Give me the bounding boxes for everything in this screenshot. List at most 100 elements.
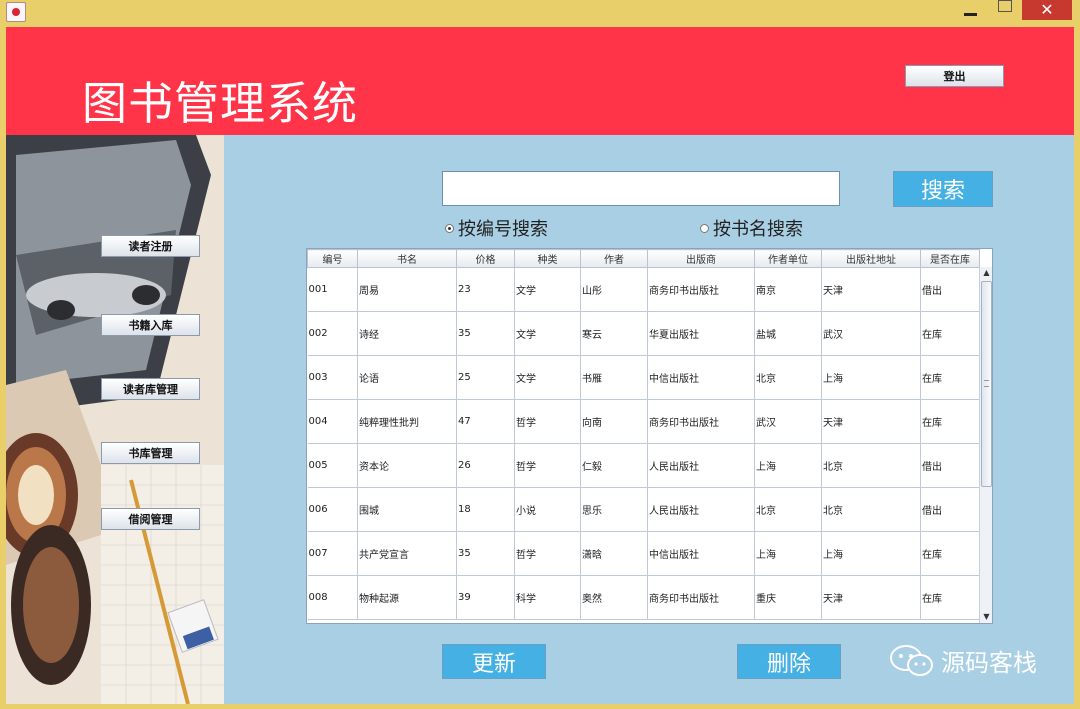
- scroll-down-icon[interactable]: ▼: [980, 611, 992, 623]
- table-cell[interactable]: 39: [456, 575, 515, 620]
- delete-button[interactable]: 删除: [737, 644, 841, 679]
- maximize-icon[interactable]: [992, 0, 1018, 22]
- table-cell[interactable]: 005: [307, 443, 358, 488]
- table-scrollbar[interactable]: ▲ ▼: [979, 267, 992, 623]
- table-cell[interactable]: 007: [307, 531, 358, 576]
- table-row[interactable]: 004 纯粹理性批判 47 哲学 向南 商务印书出版社 武汉 天津 在库: [307, 399, 980, 444]
- table-cell[interactable]: 上海: [754, 443, 822, 488]
- table-cell[interactable]: 纯粹理性批判: [357, 399, 457, 444]
- table-cell[interactable]: 资本论: [357, 443, 457, 488]
- table-cell[interactable]: 商务印书出版社: [647, 267, 755, 312]
- table-cell[interactable]: 在库: [920, 575, 980, 620]
- sidebar-item-reader-register[interactable]: 读者注册: [101, 235, 200, 257]
- table-cell[interactable]: 哲学: [514, 531, 581, 576]
- table-cell[interactable]: 26: [456, 443, 515, 488]
- table-cell[interactable]: 思乐: [580, 487, 648, 532]
- column-header[interactable]: 种类: [514, 249, 581, 268]
- scroll-thumb[interactable]: [981, 281, 992, 487]
- table-cell[interactable]: 文学: [514, 355, 581, 400]
- table-cell[interactable]: 47: [456, 399, 515, 444]
- table-cell[interactable]: 北京: [821, 443, 921, 488]
- table-cell[interactable]: 文学: [514, 311, 581, 356]
- sidebar-item-reader-management[interactable]: 读者库管理: [101, 378, 200, 400]
- column-header[interactable]: 作者: [580, 249, 648, 268]
- table-cell[interactable]: 商务印书出版社: [647, 399, 755, 444]
- table-cell[interactable]: 中信出版社: [647, 355, 755, 400]
- table-cell[interactable]: 在库: [920, 311, 980, 356]
- table-cell[interactable]: 18: [456, 487, 515, 532]
- update-button[interactable]: 更新: [442, 644, 546, 679]
- table-cell[interactable]: 001: [307, 267, 358, 312]
- table-row[interactable]: 006 围城 18 小说 思乐 人民出版社 北京 北京 借出: [307, 487, 980, 532]
- column-header[interactable]: 书名: [357, 249, 457, 268]
- table-cell[interactable]: 在库: [920, 399, 980, 444]
- table-cell[interactable]: 南京: [754, 267, 822, 312]
- search-input[interactable]: [442, 171, 840, 206]
- table-cell[interactable]: 物种起源: [357, 575, 457, 620]
- table-row[interactable]: 003 论语 25 文学 书雁 中信出版社 北京 上海 在库: [307, 355, 980, 400]
- table-cell[interactable]: 科学: [514, 575, 581, 620]
- table-cell[interactable]: 中信出版社: [647, 531, 755, 576]
- table-cell[interactable]: 书雁: [580, 355, 648, 400]
- close-icon[interactable]: ✕: [1022, 0, 1072, 20]
- table-cell[interactable]: 上海: [821, 355, 921, 400]
- table-cell[interactable]: 文学: [514, 267, 581, 312]
- table-cell[interactable]: 上海: [754, 531, 822, 576]
- column-header[interactable]: 作者单位: [754, 249, 822, 268]
- table-cell[interactable]: 借出: [920, 443, 980, 488]
- table-cell[interactable]: 潇晗: [580, 531, 648, 576]
- table-cell[interactable]: 天津: [821, 267, 921, 312]
- table-cell[interactable]: 006: [307, 487, 358, 532]
- column-header[interactable]: 出版社地址: [821, 249, 921, 268]
- scroll-up-icon[interactable]: ▲: [980, 267, 992, 279]
- column-header[interactable]: 编号: [307, 249, 358, 268]
- table-cell[interactable]: 论语: [357, 355, 457, 400]
- table-cell[interactable]: 山彤: [580, 267, 648, 312]
- table-cell[interactable]: 004: [307, 399, 358, 444]
- table-cell[interactable]: 在库: [920, 531, 980, 576]
- table-cell[interactable]: 重庆: [754, 575, 822, 620]
- table-cell[interactable]: 仁毅: [580, 443, 648, 488]
- table-row[interactable]: 008 物种起源 39 科学 奥然 商务印书出版社 重庆 天津 在库: [307, 575, 980, 620]
- table-row[interactable]: 001 周易 23 文学 山彤 商务印书出版社 南京 天津 借出: [307, 267, 980, 312]
- table-cell[interactable]: 008: [307, 575, 358, 620]
- radio-search-by-id[interactable]: 按编号搜索: [445, 215, 548, 241]
- table-cell[interactable]: 向南: [580, 399, 648, 444]
- search-button[interactable]: 搜索: [893, 171, 993, 207]
- sidebar-item-book-storage[interactable]: 书籍入库: [101, 314, 200, 336]
- table-cell[interactable]: 周易: [357, 267, 457, 312]
- table-cell[interactable]: 小说: [514, 487, 581, 532]
- table-cell[interactable]: 武汉: [821, 311, 921, 356]
- table-cell[interactable]: 共产党宣言: [357, 531, 457, 576]
- table-cell[interactable]: 盐城: [754, 311, 822, 356]
- table-cell[interactable]: 在库: [920, 355, 980, 400]
- table-cell[interactable]: 北京: [754, 355, 822, 400]
- logout-button[interactable]: 登出: [905, 65, 1004, 87]
- minimize-icon[interactable]: [958, 0, 984, 22]
- table-cell[interactable]: 35: [456, 531, 515, 576]
- table-row[interactable]: 005 资本论 26 哲学 仁毅 人民出版社 上海 北京 借出: [307, 443, 980, 488]
- column-header[interactable]: 是否在库: [920, 249, 980, 268]
- table-cell[interactable]: 002: [307, 311, 358, 356]
- table-cell[interactable]: 25: [456, 355, 515, 400]
- table-cell[interactable]: 寒云: [580, 311, 648, 356]
- table-cell[interactable]: 奥然: [580, 575, 648, 620]
- table-cell[interactable]: 人民出版社: [647, 487, 755, 532]
- table-row[interactable]: 007 共产党宣言 35 哲学 潇晗 中信出版社 上海 上海 在库: [307, 531, 980, 576]
- table-cell[interactable]: 借出: [920, 487, 980, 532]
- table-cell[interactable]: 借出: [920, 267, 980, 312]
- table-cell[interactable]: 天津: [821, 399, 921, 444]
- table-cell[interactable]: 上海: [821, 531, 921, 576]
- table-cell[interactable]: 35: [456, 311, 515, 356]
- column-header[interactable]: 出版商: [647, 249, 755, 268]
- radio-search-by-name[interactable]: 按书名搜索: [700, 215, 803, 241]
- table-cell[interactable]: 诗经: [357, 311, 457, 356]
- table-cell[interactable]: 围城: [357, 487, 457, 532]
- table-cell[interactable]: 北京: [754, 487, 822, 532]
- table-cell[interactable]: 003: [307, 355, 358, 400]
- table-cell[interactable]: 哲学: [514, 399, 581, 444]
- table-cell[interactable]: 人民出版社: [647, 443, 755, 488]
- table-row[interactable]: 002 诗经 35 文学 寒云 华夏出版社 盐城 武汉 在库: [307, 311, 980, 356]
- table-cell[interactable]: 华夏出版社: [647, 311, 755, 356]
- table-cell[interactable]: 武汉: [754, 399, 822, 444]
